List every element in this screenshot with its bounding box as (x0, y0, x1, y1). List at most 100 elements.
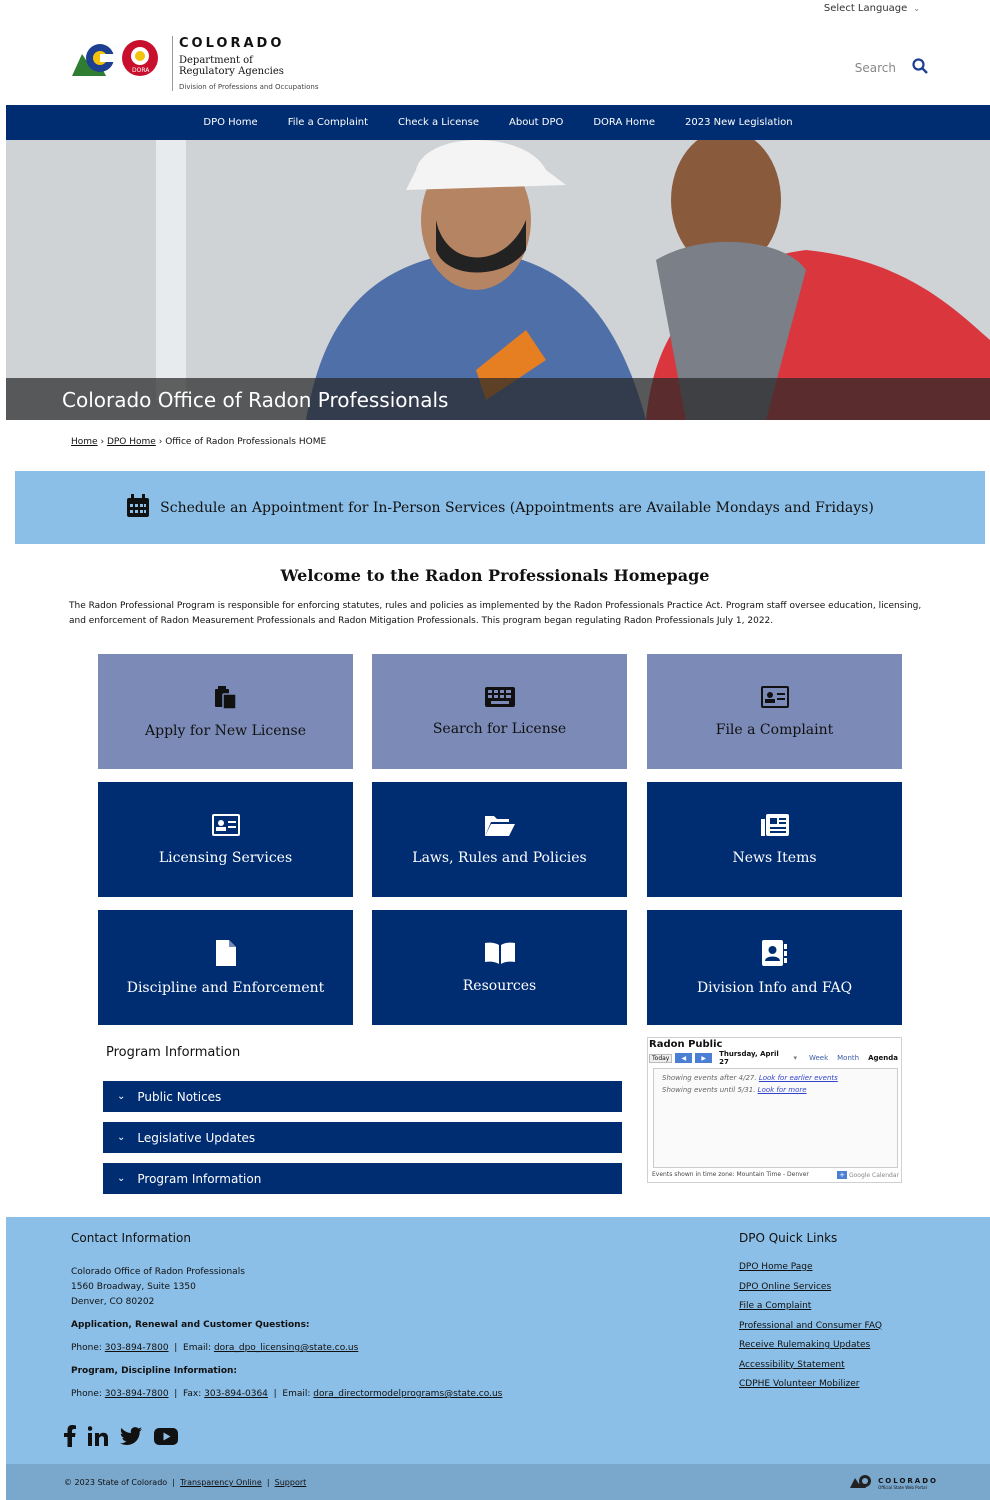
youtube-icon[interactable] (154, 1427, 178, 1449)
support-link[interactable]: Support (275, 1478, 307, 1487)
plus-icon: + (837, 1171, 847, 1179)
link-accessibility-statement[interactable]: Accessibility Statement (739, 1360, 882, 1370)
nav-dora-home[interactable]: DORA Home (593, 117, 655, 128)
chevron-down-icon: ⌄ (913, 4, 920, 13)
footer-bottom-bar: © 2023 State of Colorado | Transparency … (6, 1464, 990, 1500)
book-open-icon (484, 942, 515, 968)
calendar-earlier-link[interactable]: Look for earlier events (759, 1074, 838, 1082)
state-portal-logo[interactable]: COLORADO Official State Web Portal (850, 1473, 938, 1493)
accordion-legislative-updates[interactable]: ⌄ Legislative Updates (103, 1122, 622, 1153)
fax-link[interactable]: 303-894-0364 (204, 1389, 268, 1399)
contact-info: Contact Information Colorado Office of R… (71, 1231, 502, 1402)
tile-label: Resources (462, 977, 537, 994)
link-rulemaking-updates[interactable]: Receive Rulemaking Updates (739, 1340, 882, 1350)
logo-state: COLORADO (179, 36, 285, 51)
calendar-title: Radon Public (649, 1039, 723, 1050)
tile-licensing-services[interactable]: Licensing Services (98, 782, 353, 897)
calendar-week-tab[interactable]: Week (806, 1054, 831, 1062)
keyboard-icon (484, 686, 515, 711)
nav-new-legislation[interactable]: 2023 New Legislation (685, 117, 793, 128)
calendar-line1: Showing events after 4/27. (662, 1074, 757, 1082)
calendar-more-link[interactable]: Look for more (758, 1086, 807, 1094)
email-programs-link[interactable]: dora_directormodelprograms@state.co.us (313, 1389, 502, 1399)
calendar-month-tab[interactable]: Month (834, 1054, 862, 1062)
tile-label: Search for License (432, 720, 567, 737)
language-label: Select Language (823, 3, 908, 14)
facebook-icon[interactable] (64, 1425, 76, 1451)
tile-file-complaint[interactable]: File a Complaint (647, 654, 902, 769)
calendar-today-button[interactable]: Today (649, 1053, 673, 1063)
id-card-icon (760, 685, 789, 712)
link-dpo-home-page[interactable]: DPO Home Page (739, 1262, 882, 1272)
address-book-icon (761, 939, 788, 970)
calendar-icon (126, 493, 150, 522)
social-links (64, 1425, 178, 1451)
folder-open-icon (484, 814, 515, 840)
calendar-line2: Showing events until 5/31. (662, 1086, 756, 1094)
site-footer: Contact Information Colorado Office of R… (6, 1217, 990, 1500)
site-logo[interactable]: DORA COLORADO Department of Regulatory A… (72, 36, 318, 91)
appointment-banner[interactable]: Schedule an Appointment for In-Person Se… (15, 471, 985, 544)
application-contacts: Phone: 303-894-7800 | Email: dora_dpo_li… (71, 1343, 359, 1353)
phone-link[interactable]: 303-894-7800 (105, 1343, 169, 1353)
tile-division-info-faq[interactable]: Division Info and FAQ (647, 910, 902, 1025)
contact-address-2: Denver, CO 80202 (71, 1297, 155, 1307)
colorado-logo-icon: DORA (72, 36, 164, 80)
calendar-next-button[interactable]: ▶ (695, 1053, 713, 1063)
tile-resources[interactable]: Resources (372, 910, 627, 1025)
google-calendar-button[interactable]: + Google Calendar (837, 1171, 899, 1179)
accordion-label: Public Notices (137, 1089, 222, 1104)
accordion-label: Program Information (137, 1171, 262, 1186)
search-box[interactable]: Search (855, 58, 928, 78)
linkedin-icon[interactable] (87, 1426, 108, 1450)
tile-discipline-enforcement[interactable]: Discipline and Enforcement (98, 910, 353, 1025)
link-file-complaint[interactable]: File a Complaint (739, 1301, 882, 1311)
breadcrumb-dpo-home[interactable]: DPO Home (107, 437, 156, 447)
calendar-toolbar: Today ◀ ▶ Thursday, April 27 ▾ Week Mont… (649, 1050, 901, 1066)
transparency-link[interactable]: Transparency Online (180, 1478, 262, 1487)
program-discipline-heading: Program, Discipline Information: (71, 1366, 238, 1376)
tile-label: Apply for New License (145, 722, 306, 739)
appointment-text: Schedule an Appointment for In-Person Se… (160, 499, 874, 516)
contact-org: Colorado Office of Radon Professionals (71, 1267, 245, 1277)
clipboard-icon (213, 685, 239, 713)
calendar-agenda-tab[interactable]: Agenda (865, 1054, 901, 1062)
nav-dpo-home[interactable]: DPO Home (203, 117, 257, 128)
accordion-program-information[interactable]: ⌄ Program Information (103, 1163, 622, 1194)
chevron-down-icon: ⌄ (117, 1091, 126, 1102)
tile-laws-rules-policies[interactable]: Laws, Rules and Policies (372, 782, 627, 897)
breadcrumb: Home › DPO Home › Office of Radon Profes… (71, 437, 326, 447)
tile-apply-new-license[interactable]: Apply for New License (98, 654, 353, 769)
file-icon (215, 939, 236, 970)
email-licensing-link[interactable]: dora_dpo_licensing@state.co.us (214, 1343, 358, 1353)
search-input[interactable]: Search (855, 61, 896, 75)
link-cdphe-volunteer[interactable]: CDPHE Volunteer Mobilizer (739, 1379, 882, 1389)
nav-file-complaint[interactable]: File a Complaint (288, 117, 368, 128)
calendar-date-dropdown-icon[interactable]: ▾ (793, 1054, 797, 1062)
portal-subtitle: Official State Web Portal (878, 1484, 927, 1490)
welcome-heading: Welcome to the Radon Professionals Homep… (280, 566, 710, 585)
hero-banner: Colorado Office of Radon Professionals (6, 140, 990, 420)
colorado-logo-icon (850, 1473, 872, 1493)
calendar-prev-button[interactable]: ◀ (675, 1053, 693, 1063)
twitter-icon[interactable] (120, 1427, 142, 1449)
breadcrumb-home[interactable]: Home (71, 437, 98, 447)
tile-news-items[interactable]: News Items (647, 782, 902, 897)
search-icon[interactable] (912, 58, 928, 78)
chevron-down-icon: ⌄ (117, 1173, 126, 1184)
logo-dept: Department of Regulatory Agencies (179, 55, 284, 77)
intro-paragraph: The Radon Professional Program is respon… (69, 601, 922, 626)
link-professional-consumer-faq[interactable]: Professional and Consumer FAQ (739, 1321, 882, 1331)
tile-label: News Items (732, 849, 817, 866)
calendar-timezone: Events shown in time zone: Mountain Time… (652, 1171, 809, 1178)
tile-search-license[interactable]: Search for License (372, 654, 627, 769)
link-dpo-online-services[interactable]: DPO Online Services (739, 1282, 882, 1292)
language-select[interactable]: Select Language ⌄ (824, 3, 920, 14)
program-info-heading: Program Information (106, 1045, 241, 1060)
tile-label: Laws, Rules and Policies (412, 849, 587, 866)
accordion-public-notices[interactable]: ⌄ Public Notices (103, 1081, 622, 1112)
nav-about-dpo[interactable]: About DPO (509, 117, 563, 128)
phone-link[interactable]: 303-894-7800 (105, 1389, 169, 1399)
program-contacts: Phone: 303-894-7800 | Fax: 303-894-0364 … (71, 1389, 503, 1399)
nav-check-license[interactable]: Check a License (398, 117, 479, 128)
